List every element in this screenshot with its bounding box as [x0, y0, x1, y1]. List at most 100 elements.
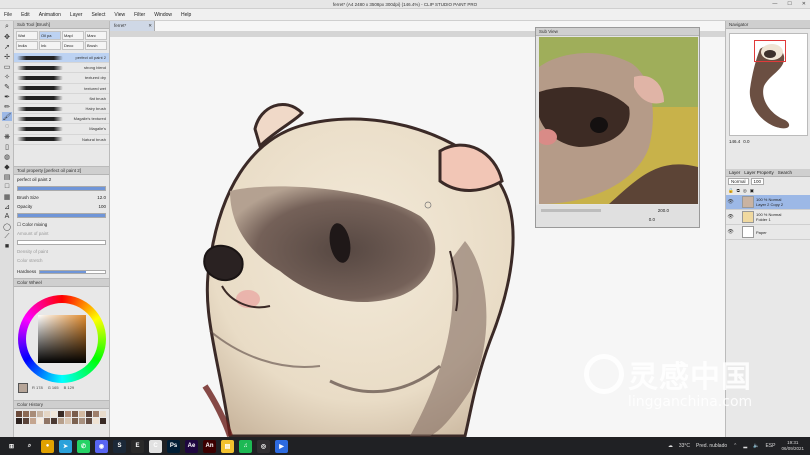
- reference-icon[interactable]: ◎: [743, 188, 747, 194]
- hardness-slider[interactable]: [39, 269, 106, 274]
- selection-tool-icon[interactable]: ▭: [2, 62, 12, 71]
- blend-tool-icon[interactable]: ◍: [2, 152, 12, 161]
- eyedropper-tool-icon[interactable]: ✎: [2, 82, 12, 91]
- subtool-tab[interactable]: Ink: [39, 41, 61, 50]
- navigator-zoom-value[interactable]: 146.4: [729, 139, 740, 144]
- brush-item[interactable]: Natural brush: [14, 135, 109, 145]
- brush-item[interactable]: Magalie's: [14, 124, 109, 135]
- sub-view-zoom-slider[interactable]: [541, 209, 601, 212]
- color-history-swatch[interactable]: [65, 418, 71, 424]
- opacity-slider[interactable]: [17, 213, 106, 218]
- move-tool-icon[interactable]: ✥: [2, 32, 12, 41]
- brush-item[interactable]: Magalie's textured: [14, 114, 109, 125]
- weather-text[interactable]: Pred. nublado: [696, 443, 727, 449]
- zoom-tool-icon[interactable]: ⌕: [2, 22, 12, 31]
- layer-opacity-value[interactable]: 100: [750, 178, 765, 185]
- auto-select-tool-icon[interactable]: ✧: [2, 72, 12, 81]
- color-history-swatch[interactable]: [72, 411, 78, 417]
- tab-search[interactable]: Search: [778, 170, 792, 175]
- subtool-tab[interactable]: Oil pa: [39, 31, 61, 40]
- windows-icon[interactable]: ⊞: [5, 439, 18, 453]
- blend-mode-select[interactable]: Normal: [728, 178, 749, 185]
- eye-icon[interactable]: 👁: [727, 229, 734, 235]
- clock[interactable]: 19:31 06/09/2021: [781, 440, 804, 452]
- color-history-swatch[interactable]: [30, 411, 36, 417]
- hue-ring[interactable]: [18, 295, 106, 383]
- subtool-tab[interactable]: Mapl: [62, 31, 84, 40]
- brush-tool-icon[interactable]: 🖌: [2, 112, 12, 121]
- files-icon[interactable]: ▤: [221, 439, 234, 453]
- color-history-swatch[interactable]: [51, 418, 57, 424]
- volume-icon[interactable]: 🔈: [753, 443, 759, 449]
- subtool-tab[interactable]: India: [16, 41, 38, 50]
- color-history-swatch[interactable]: [23, 418, 29, 424]
- telegram-icon[interactable]: ➤: [59, 439, 72, 453]
- balloon-tool-icon[interactable]: ◯: [2, 222, 12, 231]
- menu-view[interactable]: View: [114, 12, 125, 18]
- navigator-angle-value[interactable]: 0.0: [743, 139, 749, 144]
- menu-window[interactable]: Window: [154, 12, 172, 18]
- color-history-swatch[interactable]: [86, 418, 92, 424]
- move-layer-tool-icon[interactable]: ✢: [2, 52, 12, 61]
- brush-item[interactable]: perfect oil paint 2: [14, 53, 109, 64]
- animate-icon[interactable]: An: [203, 439, 216, 453]
- search-icon[interactable]: ⌕: [23, 439, 36, 453]
- saturation-value-square[interactable]: [38, 315, 86, 363]
- media-icon[interactable]: ▶: [275, 439, 288, 453]
- lock-icon[interactable]: 🔒: [728, 188, 734, 194]
- color-history-swatch[interactable]: [23, 411, 29, 417]
- color-history-swatch[interactable]: [65, 411, 71, 417]
- frame-tool-icon[interactable]: ▦: [2, 192, 12, 201]
- color-history-swatch[interactable]: [44, 418, 50, 424]
- weather-icon[interactable]: ☁: [668, 443, 673, 449]
- navigator-preview[interactable]: [729, 33, 808, 136]
- pen-tool-icon[interactable]: ✒: [2, 92, 12, 101]
- menu-file[interactable]: File: [4, 12, 12, 18]
- color-history-swatch[interactable]: [79, 411, 85, 417]
- chevron-up-icon[interactable]: ⌃: [733, 443, 737, 449]
- minimize-button[interactable]: —: [772, 1, 777, 7]
- color-history-swatch[interactable]: [86, 411, 92, 417]
- subtool-tab[interactable]: Brush: [85, 41, 107, 50]
- airbrush-tool-icon[interactable]: ◌: [2, 122, 12, 131]
- color-history-swatch[interactable]: [100, 418, 106, 424]
- menu-edit[interactable]: Edit: [21, 12, 30, 18]
- layer-row[interactable]: 👁 100 % Normal Folder 1: [726, 210, 810, 225]
- decoration-tool-icon[interactable]: ❋: [2, 132, 12, 141]
- layer-row[interactable]: 👁 Paper: [726, 225, 810, 240]
- eye-icon[interactable]: 👁: [727, 199, 734, 205]
- tab-layer-property[interactable]: Layer Property: [744, 170, 774, 175]
- clipstudio-icon[interactable]: C: [149, 439, 162, 453]
- brush-item[interactable]: Hairy brush: [14, 104, 109, 115]
- color-history-swatch[interactable]: [37, 418, 43, 424]
- mask-icon[interactable]: ▣: [750, 188, 754, 194]
- color-history-swatch[interactable]: [30, 418, 36, 424]
- language-indicator[interactable]: ESP: [765, 443, 775, 449]
- brush-size-value[interactable]: 12.0: [97, 195, 106, 200]
- sub-view-angle-value[interactable]: 0.0: [649, 217, 655, 222]
- text-tool-icon[interactable]: A: [2, 212, 12, 221]
- discord-icon[interactable]: ◉: [95, 439, 108, 453]
- ruler-tool-icon[interactable]: ⊿: [2, 202, 12, 211]
- clip-icon[interactable]: ⧉: [737, 188, 740, 193]
- network-icon[interactable]: ▂: [743, 443, 747, 449]
- color-mixing-checkbox[interactable]: ☐ Color mixing: [17, 222, 47, 228]
- gradient-tool-icon[interactable]: ▤: [2, 172, 12, 181]
- obs-icon[interactable]: ◎: [257, 439, 270, 453]
- amount-paint-slider[interactable]: [17, 240, 106, 245]
- whatsapp-icon[interactable]: ✆: [77, 439, 90, 453]
- chrome-icon[interactable]: ●: [41, 439, 54, 453]
- color-history-swatch[interactable]: [51, 411, 57, 417]
- brush-item[interactable]: strong blend: [14, 63, 109, 74]
- color-history-swatch[interactable]: [93, 418, 99, 424]
- spotify-icon[interactable]: ♫: [239, 439, 252, 453]
- color-history-swatch[interactable]: [79, 418, 85, 424]
- steam-icon[interactable]: S: [113, 439, 126, 453]
- pencil-tool-icon[interactable]: ✏: [2, 102, 12, 111]
- color-history-swatch[interactable]: [16, 418, 22, 424]
- menu-select[interactable]: Select: [91, 12, 105, 18]
- correct-line-tool-icon[interactable]: ⟋: [2, 232, 12, 241]
- menu-layer[interactable]: Layer: [70, 12, 83, 18]
- fill-tool-icon[interactable]: ◆: [2, 162, 12, 171]
- navigator-view-frame[interactable]: [754, 40, 786, 62]
